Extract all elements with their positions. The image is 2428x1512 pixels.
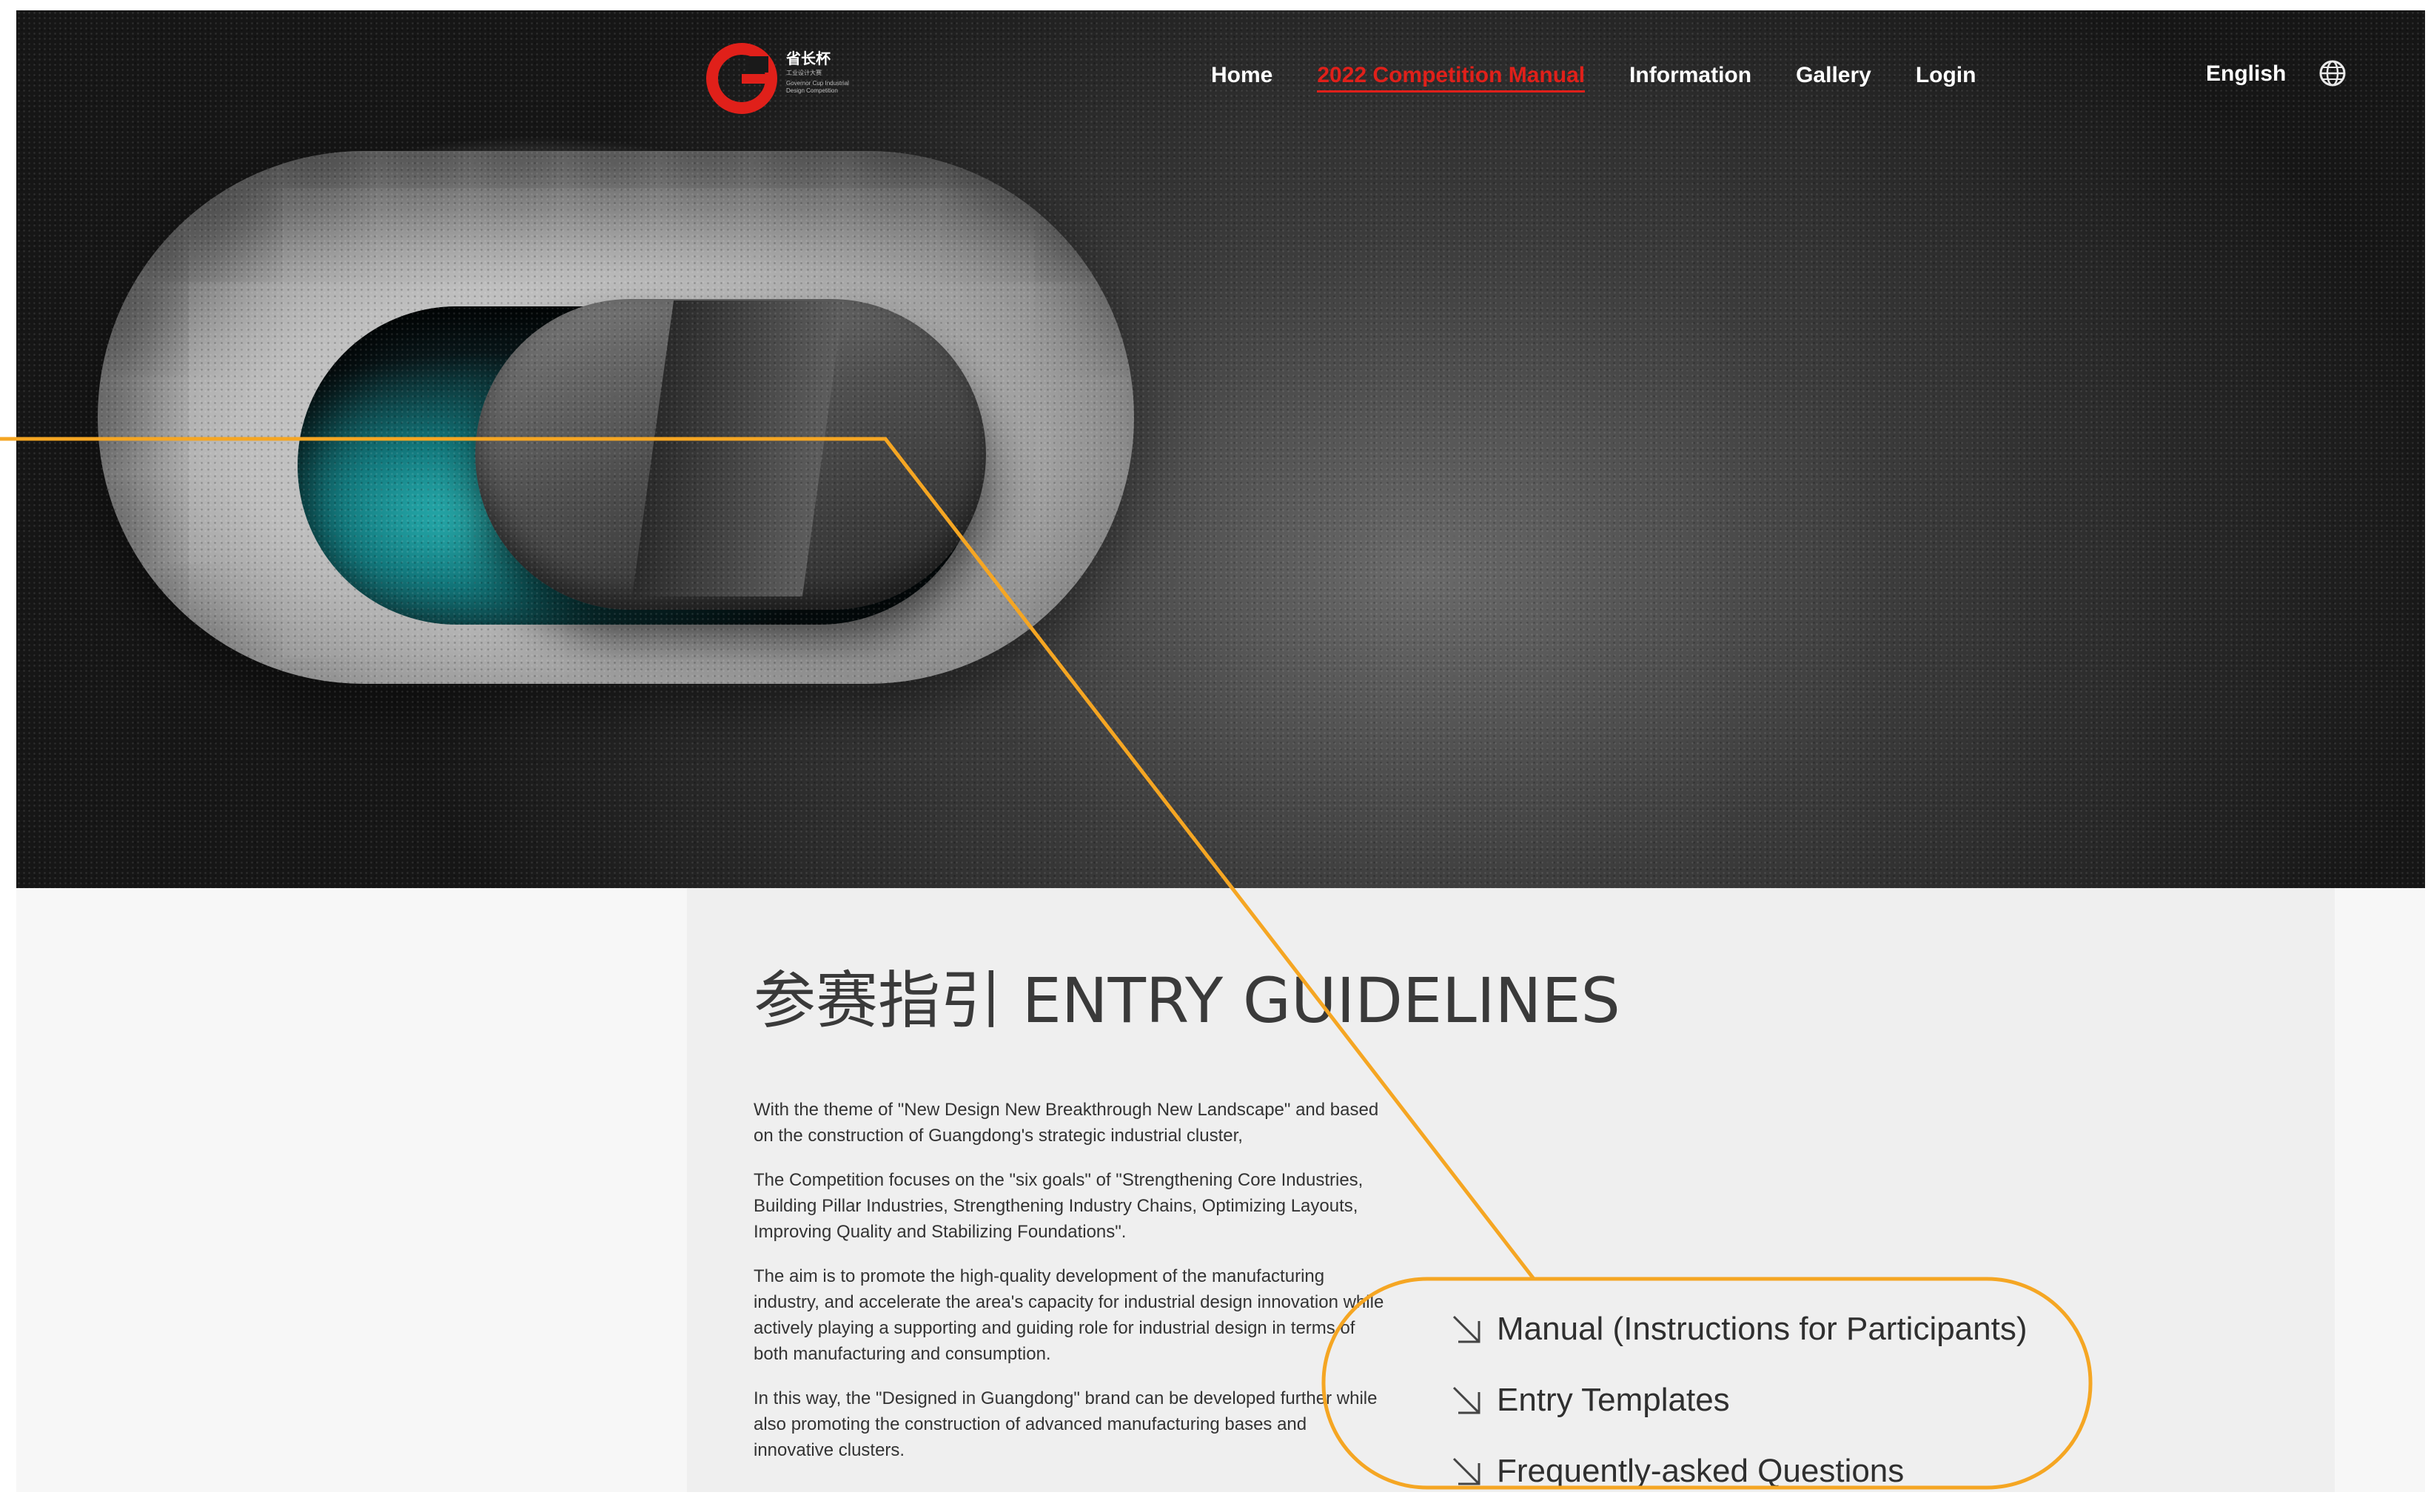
link-entry-templates[interactable]: Entry Templates	[1449, 1365, 2028, 1436]
nav-item-home[interactable]: Home	[1211, 61, 1272, 93]
arrow-down-right-icon	[1452, 1457, 1480, 1485]
page-title: 参赛指引 ENTRY GUIDELINES	[754, 964, 1620, 1037]
description-paragraph: The Competition focuses on the "six goal…	[754, 1170, 1364, 1242]
main-menu: Home 2022 Competition Manual Information…	[1211, 61, 1976, 93]
link-entry-templates-label: Entry Templates	[1497, 1382, 1730, 1418]
entry-guidelines-section: 参赛指引 ENTRY GUIDELINES With the theme of …	[687, 888, 2335, 1492]
nav-item-information[interactable]: Information	[1629, 61, 1751, 93]
link-manual-label: Manual (Instructions for Participants)	[1497, 1311, 2028, 1347]
language-selector[interactable]: English	[2206, 59, 2286, 89]
logo-mark-icon	[706, 43, 777, 114]
nav-item-login[interactable]: Login	[1916, 61, 1976, 93]
description-paragraph: In this way, the "Designed in Guangdong"…	[754, 1388, 1378, 1460]
arrow-down-right-icon	[1452, 1386, 1480, 1414]
description-paragraph: With the theme of "New Design New Breakt…	[754, 1100, 1379, 1146]
link-faq[interactable]: Frequently-asked Questions	[1449, 1436, 2028, 1492]
link-manual[interactable]: Manual (Instructions for Participants)	[1449, 1294, 2028, 1365]
top-navigation: 省长杯 工业设计大赛 Governor Cup Industrial Desig…	[16, 10, 2425, 144]
logo-sub-cn: 工业设计大赛	[786, 70, 822, 76]
logo-cn: 省长杯	[786, 50, 831, 67]
site-logo[interactable]: 省长杯 工业设计大赛 Governor Cup Industrial Desig…	[705, 41, 868, 123]
guideline-links: Manual (Instructions for Participants) E…	[1449, 1294, 2028, 1492]
arrow-down-right-icon	[1452, 1315, 1480, 1343]
description-block: With the theme of "New Design New Breakt…	[754, 1097, 1390, 1482]
link-faq-label: Frequently-asked Questions	[1497, 1453, 1905, 1489]
page-frame: 省长杯 工业设计大赛 Governor Cup Industrial Desig…	[16, 10, 2425, 1492]
logo-text: 省长杯 工业设计大赛 Governor Cup Industrial Desig…	[786, 50, 868, 95]
logo-en: Governor Cup Industrial Design Competiti…	[786, 80, 849, 94]
nav-item-gallery[interactable]: Gallery	[1796, 61, 1871, 93]
nav-item-competition-manual[interactable]: 2022 Competition Manual	[1317, 61, 1586, 93]
globe-icon[interactable]	[2317, 58, 2348, 89]
description-paragraph: The aim is to promote the high-quality d…	[754, 1266, 1384, 1364]
